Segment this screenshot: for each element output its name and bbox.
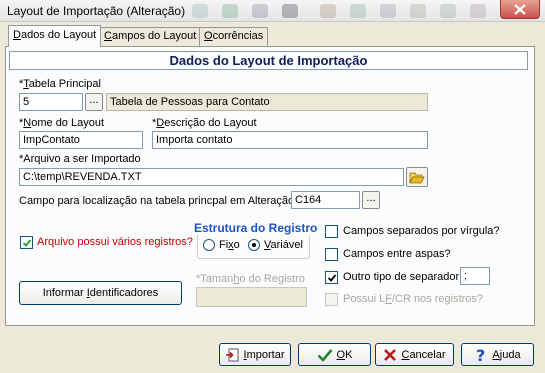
close-button[interactable] xyxy=(500,0,540,19)
cancel-x-icon xyxy=(384,348,397,361)
possui-lf-cr-checkbox[interactable] xyxy=(325,293,338,306)
radio-variavel[interactable] xyxy=(248,239,260,251)
toolbar-ghost-icon xyxy=(192,4,208,18)
campo-localizacao-lookup-button[interactable]: ... xyxy=(362,191,380,209)
tamanho-registro-label: *Tamanho do Registro xyxy=(196,273,305,285)
radio-fixo-label: Fixo xyxy=(219,239,240,251)
estrutura-registro-title: Estrutura do Registro xyxy=(193,221,319,235)
informar-identificadores-button[interactable]: Informar Identificadores xyxy=(19,281,182,305)
possui-lf-cr-label: Possui LF/CR nos registros? xyxy=(343,293,484,305)
help-icon: ? xyxy=(476,347,485,363)
toolbar-ghost-icon xyxy=(222,4,238,18)
toolbar-ghost-icon xyxy=(350,4,366,18)
folder-open-icon xyxy=(409,172,425,183)
toolbar-ghost-icon xyxy=(282,4,298,18)
svg-text:?: ? xyxy=(476,347,485,363)
browse-folder-button[interactable] xyxy=(406,167,428,187)
radio-fixo[interactable] xyxy=(203,239,215,251)
outro-separador-label: Outro tipo de separador xyxy=(343,271,460,283)
ok-button[interactable]: OK xyxy=(298,343,371,366)
varios-registros-checkbox[interactable] xyxy=(20,236,33,249)
nome-layout-label: *Nome do Layout xyxy=(19,117,105,129)
campos-aspas-label: Campos entre aspas? xyxy=(343,248,451,260)
ajuda-button[interactable]: ? Ajuda xyxy=(461,343,534,366)
campos-separados-checkbox[interactable] xyxy=(325,225,338,238)
radio-variavel-label: Variável xyxy=(264,239,303,251)
tabela-principal-label: *Tabela Principal xyxy=(19,78,101,90)
import-icon xyxy=(225,348,239,361)
checkmark-icon xyxy=(22,239,32,247)
tab-ocorrencias[interactable]: Ocorrências xyxy=(199,27,269,46)
tamanho-registro-input[interactable] xyxy=(196,287,307,307)
window-title: Layout de Importação (Alteração) xyxy=(7,4,186,18)
toolbar-ghost-icon xyxy=(440,4,456,18)
check-icon xyxy=(317,348,333,362)
campo-localizacao-label: Campo para localização na tabela princpa… xyxy=(19,195,295,207)
toolbar-ghost-icon xyxy=(410,4,426,18)
toolbar-ghost-icon xyxy=(380,4,396,18)
toolbar-ghost-icon xyxy=(320,4,336,18)
campo-localizacao-input[interactable]: C164 xyxy=(291,191,360,209)
nome-layout-input[interactable]: ImpContato xyxy=(19,131,143,149)
toolbar-ghost-icon xyxy=(252,4,268,18)
panel-header: Dados do Layout de Importação xyxy=(9,51,528,70)
cancelar-button[interactable]: Cancelar xyxy=(375,343,454,366)
outro-separador-input[interactable]: ; xyxy=(460,267,490,285)
importar-button[interactable]: Importar xyxy=(219,343,291,366)
tabela-principal-input[interactable]: 5 xyxy=(19,93,83,111)
tab-dados-do-layout[interactable]: Dados do Layout xyxy=(8,25,102,47)
checkmark-icon xyxy=(327,274,337,282)
arquivo-input[interactable]: C:\temp\REVENDA.TXT xyxy=(19,168,404,186)
arquivo-label: *Arquivo a ser Importado xyxy=(19,153,141,165)
close-icon xyxy=(514,3,526,15)
campos-aspas-checkbox[interactable] xyxy=(325,248,338,261)
varios-registros-label: Arquivo possui vários registros? xyxy=(37,236,193,248)
tabela-principal-description: Tabela de Pessoas para Contato xyxy=(106,93,428,111)
descricao-layout-input[interactable]: Importa contato xyxy=(152,131,428,149)
campos-separados-label: Campos separados por vírgula? xyxy=(343,225,500,237)
descricao-layout-label: *Descrição do Layout xyxy=(152,117,257,129)
outro-separador-checkbox[interactable] xyxy=(325,271,338,284)
title-bar: Layout de Importação (Alteração) xyxy=(0,0,545,22)
tabela-principal-lookup-button[interactable]: ... xyxy=(85,93,103,111)
tab-campos-do-layout[interactable]: Campos do Layout xyxy=(99,27,202,46)
toolbar-ghost-icon xyxy=(470,4,486,18)
